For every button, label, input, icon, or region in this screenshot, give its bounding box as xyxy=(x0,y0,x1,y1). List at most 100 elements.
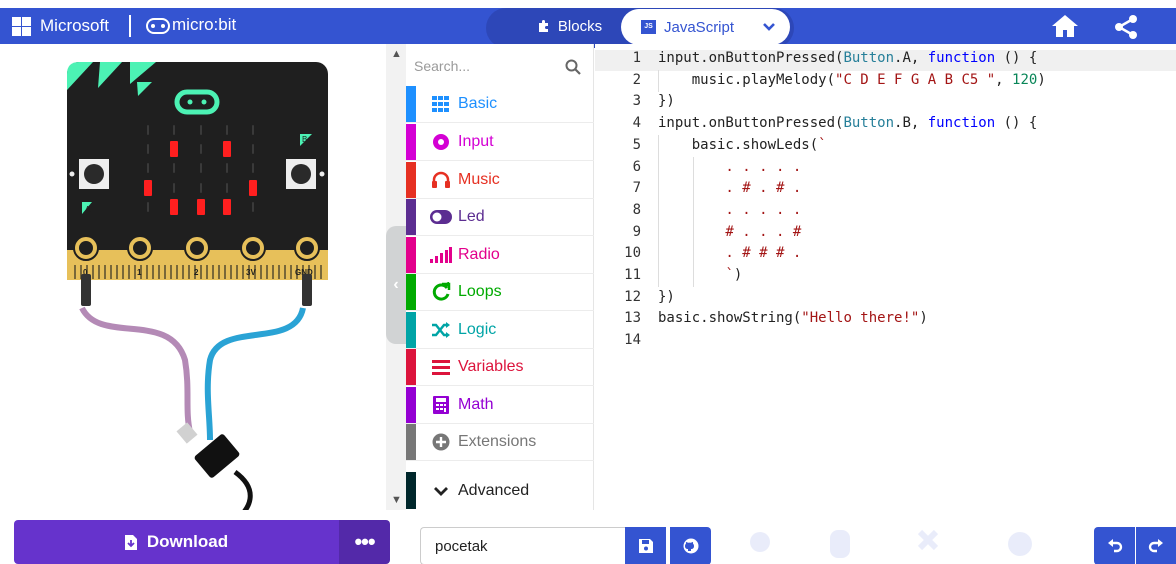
list-icon xyxy=(424,359,458,375)
category-led[interactable]: Led xyxy=(406,199,594,236)
pin-3v[interactable] xyxy=(240,235,266,261)
decorative-background-pattern xyxy=(750,529,1032,558)
toolbox: Basic Input Music Led Radio Loops xyxy=(406,44,594,510)
led-off xyxy=(173,125,175,135)
category-music[interactable]: Music xyxy=(406,162,594,199)
category-advanced[interactable]: Advanced xyxy=(406,472,594,509)
edge-tooth xyxy=(128,265,130,279)
led-off xyxy=(147,202,149,212)
code-line[interactable]: music.playMelody("C D E F G A B C5 ", 12… xyxy=(658,72,1046,88)
category-extensions-label: Extensions xyxy=(458,433,537,450)
code-line[interactable]: basic.showLeds(` xyxy=(658,137,827,153)
led-on xyxy=(223,141,231,157)
edge-tooth xyxy=(260,265,262,279)
category-basic[interactable]: Basic xyxy=(406,86,594,123)
edge-tooth xyxy=(224,265,226,279)
category-variables[interactable]: Variables xyxy=(406,349,594,386)
headphones-icon xyxy=(424,171,458,189)
pin-1-label: 1 xyxy=(137,268,142,277)
edge-tooth xyxy=(176,265,178,279)
led-off xyxy=(200,183,202,193)
download-file-icon xyxy=(124,534,137,550)
category-logic-label: Logic xyxy=(458,321,497,338)
code-line[interactable]: . # # # . xyxy=(658,245,801,261)
loop-arrow-icon xyxy=(424,282,458,302)
category-radio[interactable]: Radio xyxy=(406,237,594,274)
led-off xyxy=(252,163,254,173)
category-math-label: Math xyxy=(458,396,494,413)
edge-tooth xyxy=(320,265,322,279)
category-loops[interactable]: Loops xyxy=(406,274,594,311)
line-number: 11 xyxy=(624,267,641,283)
led-off xyxy=(252,202,254,212)
code-line[interactable]: basic.showString("Hello there!") xyxy=(658,310,928,326)
scroll-down-icon[interactable]: ▼ xyxy=(391,494,402,506)
grid-icon xyxy=(424,96,458,112)
search-icon[interactable] xyxy=(564,58,582,76)
led-on xyxy=(249,180,257,196)
edge-tooth xyxy=(284,265,286,279)
puzzle-icon xyxy=(538,20,548,32)
product-label[interactable]: micro:bit xyxy=(172,15,236,35)
signal-bars-icon xyxy=(424,247,458,263)
top-bar: Microsoft micro:bit Blocks JS JavaScript xyxy=(0,8,1176,48)
pin-2-label: 2 xyxy=(194,268,199,277)
edge-tooth xyxy=(206,265,208,279)
code-line[interactable]: }) xyxy=(658,93,675,109)
edge-tooth xyxy=(266,265,268,279)
tab-javascript-label: JavaScript xyxy=(664,18,735,36)
led-off xyxy=(226,163,228,173)
tab-javascript[interactable]: JS JavaScript xyxy=(621,9,751,45)
line-number: 7 xyxy=(632,180,641,197)
share-icon[interactable] xyxy=(1112,14,1140,40)
edge-tooth xyxy=(236,265,238,279)
redo-button[interactable] xyxy=(1136,527,1176,564)
category-input[interactable]: Input xyxy=(406,124,594,161)
category-math[interactable]: Math xyxy=(406,387,594,424)
search-input[interactable] xyxy=(414,54,564,78)
edge-tooth xyxy=(182,265,184,279)
code-line[interactable]: input.onButtonPressed(Button.B, function… xyxy=(658,115,1037,131)
code-line[interactable]: # . . . # xyxy=(658,224,801,240)
pin-gnd[interactable] xyxy=(294,235,320,261)
code-line[interactable]: . . . . . xyxy=(658,202,801,218)
led-off xyxy=(173,183,175,193)
led-off xyxy=(200,125,202,135)
pin-1[interactable] xyxy=(127,235,153,261)
makecode-editor-window: Microsoft micro:bit Blocks JS JavaScript xyxy=(0,0,1176,564)
download-label: Download xyxy=(146,532,229,551)
github-button[interactable] xyxy=(670,527,711,564)
tab-blocks[interactable]: Blocks xyxy=(520,8,620,44)
scroll-up-icon[interactable]: ▲ xyxy=(391,48,402,60)
code-editor[interactable]: 1 input.onButtonPressed(Button.A, functio… xyxy=(595,44,1176,510)
language-dropdown-button[interactable] xyxy=(748,9,790,45)
code-line[interactable]: . # . # . xyxy=(658,180,801,196)
undo-button[interactable] xyxy=(1094,527,1135,564)
edge-tooth xyxy=(146,265,148,279)
project-name-input[interactable] xyxy=(420,527,625,564)
collapse-simulator-button[interactable]: ‹ xyxy=(386,226,406,344)
edge-tooth xyxy=(314,265,316,279)
save-button[interactable] xyxy=(625,527,666,564)
led-off xyxy=(200,163,202,173)
home-icon[interactable] xyxy=(1051,13,1079,39)
category-extensions[interactable]: Extensions xyxy=(406,424,594,461)
led-on xyxy=(170,199,178,215)
led-off xyxy=(173,163,175,173)
clip-right xyxy=(302,274,312,306)
edge-tooth xyxy=(218,265,220,279)
category-basic-label: Basic xyxy=(458,95,498,112)
input-target-icon xyxy=(424,133,458,151)
code-line[interactable]: }) xyxy=(658,289,675,305)
category-logic[interactable]: Logic xyxy=(406,312,594,349)
code-line[interactable]: `) xyxy=(658,267,742,283)
pin-2[interactable] xyxy=(184,235,210,261)
more-options-button[interactable]: ••• xyxy=(339,520,390,564)
code-line[interactable]: input.onButtonPressed(Button.A, function… xyxy=(658,50,1037,66)
edge-tooth xyxy=(74,265,76,279)
download-button[interactable]: Download xyxy=(14,520,339,564)
category-loops-label: Loops xyxy=(458,283,502,300)
code-line[interactable]: . . . . . xyxy=(658,159,801,175)
microbit-board[interactable]: A B 0 1 2 3V GND xyxy=(60,60,390,520)
pin-0[interactable] xyxy=(73,235,99,261)
